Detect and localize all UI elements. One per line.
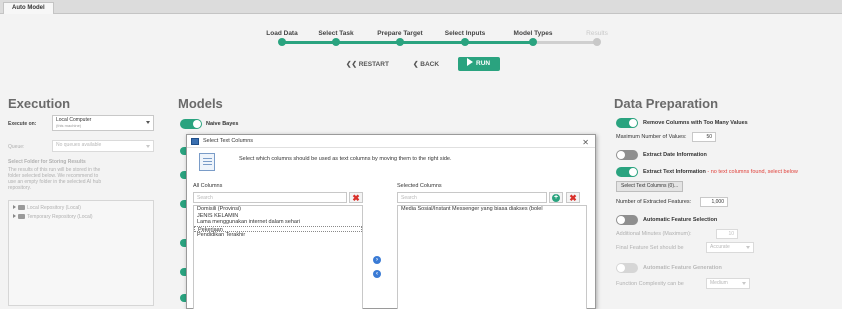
additional-minutes-label: Additional Minutes (Maximum): xyxy=(616,231,692,237)
clear-search-button[interactable]: ✖ xyxy=(349,192,363,203)
move-left-button[interactable]: ‹ xyxy=(373,270,381,278)
chevron-down-icon xyxy=(146,121,150,124)
play-icon xyxy=(467,58,473,66)
extract-date-label: Extract Date Information xyxy=(643,152,707,158)
add-button[interactable]: + xyxy=(549,192,563,203)
all-columns-label: All Columns xyxy=(193,183,223,189)
selected-columns-list[interactable]: Media Sosial/Instant Messenger yang bias… xyxy=(397,205,587,309)
folder-icon xyxy=(18,205,25,210)
extract-date-toggle[interactable] xyxy=(616,150,638,160)
step-dot xyxy=(529,38,537,46)
list-item[interactable]: Lama menggunakan internet dalam sehari xyxy=(194,219,362,226)
progress-track xyxy=(282,41,533,44)
additional-minutes-spinner[interactable]: 10 xyxy=(716,229,738,239)
step-results: Results xyxy=(586,30,608,37)
list-item[interactable]: Media Sosial/Instant Messenger yang bias… xyxy=(398,206,586,213)
dialog-title-bar: Select Text Columns ✕ xyxy=(187,135,595,148)
select-text-columns-button[interactable]: Select Text Columns (0)... xyxy=(616,181,684,192)
data-prep-title: Data Preparation xyxy=(614,96,719,111)
expand-icon xyxy=(13,214,16,218)
tab-bar: Auto Model xyxy=(0,0,842,14)
step-model-types[interactable]: Model Types xyxy=(514,30,553,37)
back-button[interactable]: ❮ BACK xyxy=(413,58,439,71)
execute-on-label: Execute on: xyxy=(8,121,37,127)
naive-bayes-toggle[interactable] xyxy=(180,119,202,129)
document-icon xyxy=(199,153,215,171)
list-item[interactable]: Pekerjaan xyxy=(194,225,362,233)
repo-item-temporary[interactable]: Temporary Repository (Local) xyxy=(13,214,93,220)
execute-on-select[interactable]: Local Computer (this machine) xyxy=(52,115,154,131)
tab-auto-model[interactable]: Auto Model xyxy=(3,2,54,14)
expand-icon xyxy=(13,205,16,209)
chevron-down-icon xyxy=(746,246,750,249)
list-item[interactable]: JENIS KELAMIN xyxy=(194,213,362,220)
step-select-task[interactable]: Select Task xyxy=(318,30,353,37)
selected-columns-search[interactable]: Search xyxy=(397,192,547,203)
folder-icon xyxy=(18,214,25,219)
folder-title: Select Folder for Storing Results xyxy=(8,159,86,165)
models-title: Models xyxy=(178,96,223,111)
step-dot xyxy=(461,38,469,46)
auto-feature-selection-toggle[interactable] xyxy=(616,215,638,225)
repo-item-local[interactable]: Local Repository (Local) xyxy=(13,205,81,211)
close-icon[interactable]: ✕ xyxy=(582,136,589,149)
step-prepare-target[interactable]: Prepare Target xyxy=(377,30,422,37)
progress-track-remaining xyxy=(533,41,597,44)
clear-selected-button[interactable]: ✖ xyxy=(566,192,580,203)
chevron-down-icon xyxy=(742,282,746,285)
step-select-inputs[interactable]: Select Inputs xyxy=(445,30,485,37)
function-complexity-label: Function Complexity can be xyxy=(616,281,684,287)
restart-button[interactable]: ❮❮ RESTART xyxy=(346,58,389,71)
max-values-spinner[interactable]: 50 xyxy=(692,132,716,142)
step-dot xyxy=(332,38,340,46)
chevron-down-icon xyxy=(146,145,150,148)
execution-title: Execution xyxy=(8,96,71,111)
final-feature-label: Final Feature Set should be xyxy=(616,245,684,251)
list-item[interactable]: Domisili (Provinsi) xyxy=(194,206,362,213)
num-features-spinner[interactable]: 1,000 xyxy=(700,197,728,207)
auto-feature-generation-label: Automatic Feature Generation xyxy=(643,265,722,271)
remove-columns-label: Remove Columns with Too Many Values xyxy=(643,120,748,126)
extract-text-toggle[interactable] xyxy=(616,167,638,177)
plus-icon: + xyxy=(552,194,560,202)
max-values-label: Maximum Number of Values: xyxy=(616,134,687,140)
step-dot xyxy=(593,38,601,46)
selected-columns-label: Selected Columns xyxy=(397,183,442,189)
num-features-label: Number of Extracted Features: xyxy=(616,199,692,205)
auto-feature-generation-toggle[interactable] xyxy=(616,263,638,273)
list-item[interactable]: Pendidikan Terakhir xyxy=(194,232,362,239)
naive-bayes-label: Naive Bayes xyxy=(206,121,239,127)
all-columns-search[interactable]: Search xyxy=(193,192,347,203)
folder-help-line: repository. xyxy=(8,185,31,191)
step-load-data[interactable]: Load Data xyxy=(266,30,297,37)
final-feature-select[interactable]: Accurate xyxy=(706,242,754,253)
repository-tree[interactable]: Local Repository (Local) Temporary Repos… xyxy=(8,200,154,306)
step-dot xyxy=(278,38,286,46)
extract-text-label: Extract Text Information - no text colum… xyxy=(643,169,798,175)
remove-columns-toggle[interactable] xyxy=(616,118,638,128)
run-button[interactable]: RUN xyxy=(458,57,500,71)
all-columns-list[interactable]: Domisili (Provinsi) JENIS KELAMIN Lama m… xyxy=(193,205,363,309)
dialog-message: Select which columns should be used as t… xyxy=(239,156,452,162)
auto-feature-selection-label: Automatic Feature Selection xyxy=(643,217,718,223)
queue-select[interactable]: No queues available xyxy=(52,140,154,152)
rewind-icon: ❮❮ xyxy=(346,61,359,68)
move-right-button[interactable]: › xyxy=(373,256,381,264)
extract-text-warning: - no text columns found, select below xyxy=(707,169,798,175)
window-icon xyxy=(191,138,199,145)
step-dot xyxy=(396,38,404,46)
queue-label: Queue: xyxy=(8,144,25,150)
function-complexity-select[interactable]: Medium xyxy=(706,278,750,289)
select-text-columns-dialog: Select Text Columns ✕ Select which colum… xyxy=(186,134,596,309)
